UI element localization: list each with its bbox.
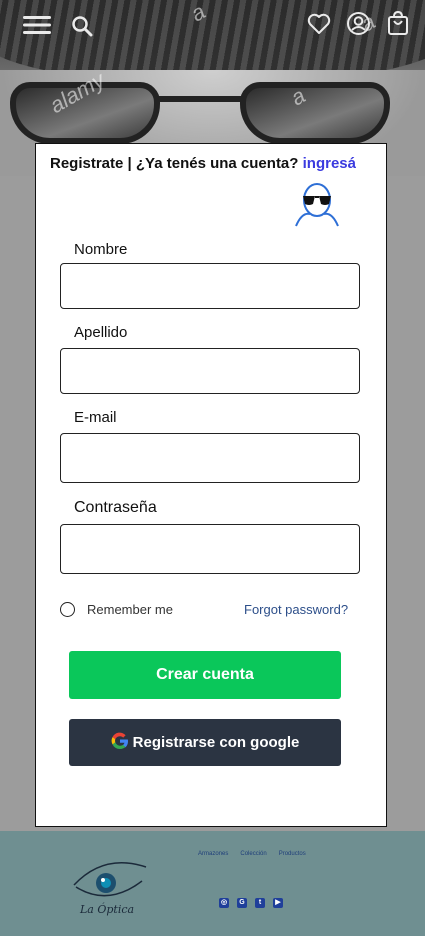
register-heading: Registrate | ¿Ya tenés una cuenta? (50, 155, 299, 172)
youtube-icon[interactable]: ▶ (273, 898, 283, 908)
search-icon[interactable] (71, 15, 93, 37)
footer-logo-text: La Óptica (80, 903, 135, 916)
sunglasses-person-icon (292, 182, 342, 228)
modal-title: Registrate | ¿Ya tenés una cuenta? ingre… (50, 155, 356, 172)
heart-icon[interactable] (307, 13, 331, 35)
create-account-label: Crear cuenta (156, 666, 254, 683)
create-account-button[interactable]: Crear cuenta (69, 651, 341, 699)
instagram-icon[interactable]: ◎ (219, 898, 229, 908)
login-link[interactable]: ingresá (303, 155, 356, 172)
remember-me-radio[interactable] (60, 602, 75, 617)
hamburger-menu-icon[interactable] (23, 14, 51, 36)
remember-me-label: Remember me (87, 602, 173, 617)
footer: La Óptica Armazones Colección Productos … (0, 831, 425, 936)
shopping-bag-icon[interactable] (387, 11, 409, 36)
footer-social: ◎ G t ▶ (219, 898, 283, 908)
last-name-label: Apellido (74, 324, 128, 341)
hero-right-lens (240, 82, 390, 144)
google-icon (111, 732, 129, 754)
la-optica-logo[interactable]: La Óptica (70, 845, 150, 925)
email-label: E-mail (74, 409, 117, 426)
register-modal: Registrate | ¿Ya tenés una cuenta? ingre… (35, 143, 387, 827)
google-signup-label: Registrarse con google (132, 734, 300, 751)
user-circle-icon[interactable] (346, 11, 371, 36)
hero-glasses-bridge (158, 96, 242, 102)
footer-link-productos[interactable]: Productos (279, 851, 306, 857)
footer-link-coleccion[interactable]: Colección (240, 851, 266, 857)
google-icon[interactable]: G (237, 898, 247, 908)
footer-links: Armazones Colección Productos (198, 851, 306, 857)
remember-me[interactable]: Remember me (60, 602, 173, 617)
forgot-password-link[interactable]: Forgot password? (244, 602, 348, 617)
first-name-input[interactable] (60, 263, 360, 309)
twitter-icon[interactable]: t (255, 898, 265, 908)
password-label: Contraseña (74, 499, 157, 516)
email-input[interactable] (60, 433, 360, 483)
google-signup-button[interactable]: Registrarse con google (69, 719, 341, 766)
first-name-label: Nombre (74, 241, 128, 258)
last-name-input[interactable] (60, 348, 360, 394)
footer-link-armazones[interactable]: Armazones (198, 851, 228, 857)
password-input[interactable] (60, 524, 360, 574)
